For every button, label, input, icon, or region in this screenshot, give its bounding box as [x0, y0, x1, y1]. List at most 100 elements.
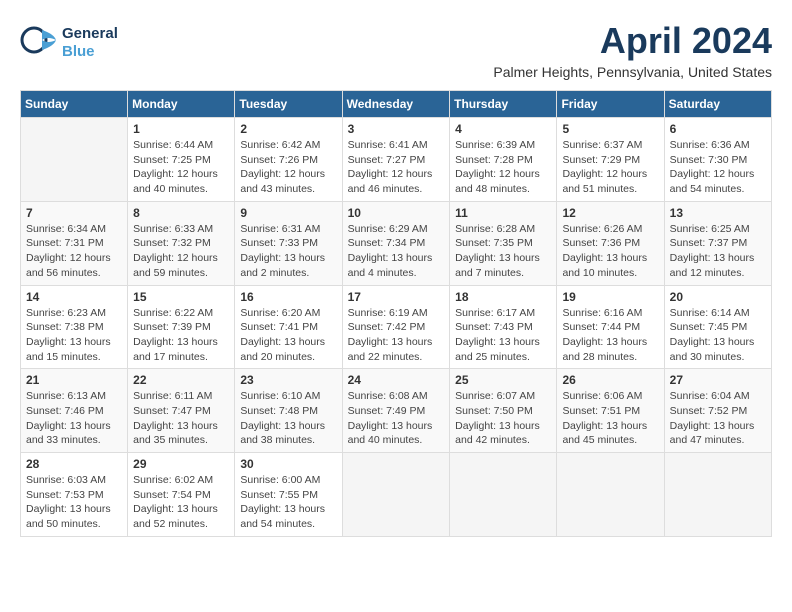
day-number: 14 — [26, 290, 122, 304]
day-info: Sunrise: 6:26 AMSunset: 7:36 PMDaylight:… — [562, 222, 658, 281]
day-number: 13 — [670, 206, 766, 220]
table-row: 26 Sunrise: 6:06 AMSunset: 7:51 PMDayligh… — [557, 369, 664, 453]
calendar-week-2: 7Sunrise: 6:34 AMSunset: 7:31 PMDaylight… — [21, 201, 772, 285]
table-row: 30 Sunrise: 6:00 AMSunset: 7:55 PMDayligh… — [235, 453, 342, 537]
table-row: 5 Sunrise: 6:37 AMSunset: 7:29 PMDaylight… — [557, 118, 664, 202]
day-info: Sunrise: 6:25 AMSunset: 7:37 PMDaylight:… — [670, 222, 766, 281]
table-row — [664, 453, 771, 537]
table-row: 29 Sunrise: 6:02 AMSunset: 7:54 PMDayligh… — [128, 453, 235, 537]
day-number: 9 — [240, 206, 336, 220]
table-row — [342, 453, 450, 537]
table-row: 6 Sunrise: 6:36 AMSunset: 7:30 PMDaylight… — [664, 118, 771, 202]
day-number: 4 — [455, 122, 551, 136]
day-number: 22 — [133, 373, 229, 387]
day-number: 8 — [133, 206, 229, 220]
table-row: 28Sunrise: 6:03 AMSunset: 7:53 PMDayligh… — [21, 453, 128, 537]
table-row: 21 Sunrise: 6:13 AMSunset: 7:46 PMDayligh… — [21, 369, 128, 453]
table-row: 12 Sunrise: 6:26 AMSunset: 7:36 PMDayligh… — [557, 201, 664, 285]
table-row: 8 Sunrise: 6:33 AMSunset: 7:32 PMDaylight… — [128, 201, 235, 285]
day-number: 10 — [348, 206, 445, 220]
table-row — [450, 453, 557, 537]
table-row: 17Sunrise: 6:19 AMSunset: 7:42 PMDayligh… — [342, 285, 450, 369]
table-row: 10 Sunrise: 6:29 AMSunset: 7:34 PMDayligh… — [342, 201, 450, 285]
day-info: Sunrise: 6:44 AMSunset: 7:25 PMDaylight:… — [133, 138, 229, 197]
day-info: Sunrise: 6:34 AMSunset: 7:31 PMDaylight:… — [26, 222, 122, 281]
table-row: 19 Sunrise: 6:16 AMSunset: 7:44 PMDayligh… — [557, 285, 664, 369]
day-number: 21 — [26, 373, 122, 387]
day-info: Sunrise: 6:19 AMSunset: 7:42 PMDaylight:… — [348, 306, 445, 365]
table-row: 24 Sunrise: 6:08 AMSunset: 7:49 PMDayligh… — [342, 369, 450, 453]
month-title: April 2024 — [493, 20, 772, 62]
day-info: Sunrise: 6:02 AMSunset: 7:54 PMDaylight:… — [133, 473, 229, 532]
table-row — [557, 453, 664, 537]
header-tuesday: Tuesday — [235, 91, 342, 118]
day-number: 11 — [455, 206, 551, 220]
header-saturday: Saturday — [664, 91, 771, 118]
day-info: Sunrise: 6:29 AMSunset: 7:34 PMDaylight:… — [348, 222, 445, 281]
header-friday: Friday — [557, 91, 664, 118]
table-row: 18Sunrise: 6:17 AMSunset: 7:43 PMDayligh… — [450, 285, 557, 369]
table-row: 20 Sunrise: 6:14 AMSunset: 7:45 PMDayligh… — [664, 285, 771, 369]
calendar-table: Sunday Monday Tuesday Wednesday Thursday… — [20, 90, 772, 537]
day-number: 5 — [562, 122, 658, 136]
day-number: 16 — [240, 290, 336, 304]
table-row: 11 Sunrise: 6:28 AMSunset: 7:35 PMDayligh… — [450, 201, 557, 285]
day-info: Sunrise: 6:42 AMSunset: 7:26 PMDaylight:… — [240, 138, 336, 197]
logo-icon — [20, 20, 60, 60]
day-number: 20 — [670, 290, 766, 304]
day-info: Sunrise: 6:06 AMSunset: 7:51 PMDaylight:… — [562, 389, 658, 448]
header-wednesday: Wednesday — [342, 91, 450, 118]
table-row: 14 Sunrise: 6:23 AMSunset: 7:38 PMDayligh… — [21, 285, 128, 369]
day-info: Sunrise: 6:33 AMSunset: 7:32 PMDaylight:… — [133, 222, 229, 281]
logo-general-text: General — [62, 25, 118, 43]
calendar-week-3: 14 Sunrise: 6:23 AMSunset: 7:38 PMDayligh… — [21, 285, 772, 369]
day-info: Sunrise: 6:07 AMSunset: 7:50 PMDaylight:… — [455, 389, 551, 448]
header-monday: Monday — [128, 91, 235, 118]
day-info: Sunrise: 6:16 AMSunset: 7:44 PMDaylight:… — [562, 306, 658, 365]
table-row: 2Sunrise: 6:42 AMSunset: 7:26 PMDaylight… — [235, 118, 342, 202]
table-row: 25Sunrise: 6:07 AMSunset: 7:50 PMDayligh… — [450, 369, 557, 453]
logo: General Blue — [20, 20, 100, 65]
day-number: 29 — [133, 457, 229, 471]
day-number: 15 — [133, 290, 229, 304]
day-info: Sunrise: 6:13 AMSunset: 7:46 PMDaylight:… — [26, 389, 122, 448]
calendar-week-5: 28Sunrise: 6:03 AMSunset: 7:53 PMDayligh… — [21, 453, 772, 537]
day-info: Sunrise: 6:23 AMSunset: 7:38 PMDaylight:… — [26, 306, 122, 365]
calendar-header-row: Sunday Monday Tuesday Wednesday Thursday… — [21, 91, 772, 118]
table-row: 16 Sunrise: 6:20 AMSunset: 7:41 PMDayligh… — [235, 285, 342, 369]
day-info: Sunrise: 6:28 AMSunset: 7:35 PMDaylight:… — [455, 222, 551, 281]
day-info: Sunrise: 6:03 AMSunset: 7:53 PMDaylight:… — [26, 473, 122, 532]
table-row — [21, 118, 128, 202]
day-number: 30 — [240, 457, 336, 471]
day-number: 18 — [455, 290, 551, 304]
day-info: Sunrise: 6:00 AMSunset: 7:55 PMDaylight:… — [240, 473, 336, 532]
day-info: Sunrise: 6:36 AMSunset: 7:30 PMDaylight:… — [670, 138, 766, 197]
day-info: Sunrise: 6:14 AMSunset: 7:45 PMDaylight:… — [670, 306, 766, 365]
table-row: 23 Sunrise: 6:10 AMSunset: 7:48 PMDayligh… — [235, 369, 342, 453]
table-row: 13 Sunrise: 6:25 AMSunset: 7:37 PMDayligh… — [664, 201, 771, 285]
day-number: 23 — [240, 373, 336, 387]
day-info: Sunrise: 6:37 AMSunset: 7:29 PMDaylight:… — [562, 138, 658, 197]
day-info: Sunrise: 6:20 AMSunset: 7:41 PMDaylight:… — [240, 306, 336, 365]
table-row: 7Sunrise: 6:34 AMSunset: 7:31 PMDaylight… — [21, 201, 128, 285]
day-info: Sunrise: 6:31 AMSunset: 7:33 PMDaylight:… — [240, 222, 336, 281]
title-section: April 2024 Palmer Heights, Pennsylvania,… — [493, 20, 772, 80]
calendar-week-4: 21 Sunrise: 6:13 AMSunset: 7:46 PMDayligh… — [21, 369, 772, 453]
day-number: 6 — [670, 122, 766, 136]
day-info: Sunrise: 6:08 AMSunset: 7:49 PMDaylight:… — [348, 389, 445, 448]
page-header: General Blue April 2024 Palmer Heights, … — [20, 20, 772, 80]
table-row: 9 Sunrise: 6:31 AMSunset: 7:33 PMDaylight… — [235, 201, 342, 285]
day-number: 3 — [348, 122, 445, 136]
day-number: 26 — [562, 373, 658, 387]
day-number: 12 — [562, 206, 658, 220]
day-number: 24 — [348, 373, 445, 387]
header-thursday: Thursday — [450, 91, 557, 118]
day-info: Sunrise: 6:41 AMSunset: 7:27 PMDaylight:… — [348, 138, 445, 197]
day-info: Sunrise: 6:10 AMSunset: 7:48 PMDaylight:… — [240, 389, 336, 448]
day-info: Sunrise: 6:04 AMSunset: 7:52 PMDaylight:… — [670, 389, 766, 448]
day-number: 27 — [670, 373, 766, 387]
day-info: Sunrise: 6:11 AMSunset: 7:47 PMDaylight:… — [133, 389, 229, 448]
day-number: 19 — [562, 290, 658, 304]
table-row: 22 Sunrise: 6:11 AMSunset: 7:47 PMDayligh… — [128, 369, 235, 453]
table-row: 3 Sunrise: 6:41 AMSunset: 7:27 PMDaylight… — [342, 118, 450, 202]
